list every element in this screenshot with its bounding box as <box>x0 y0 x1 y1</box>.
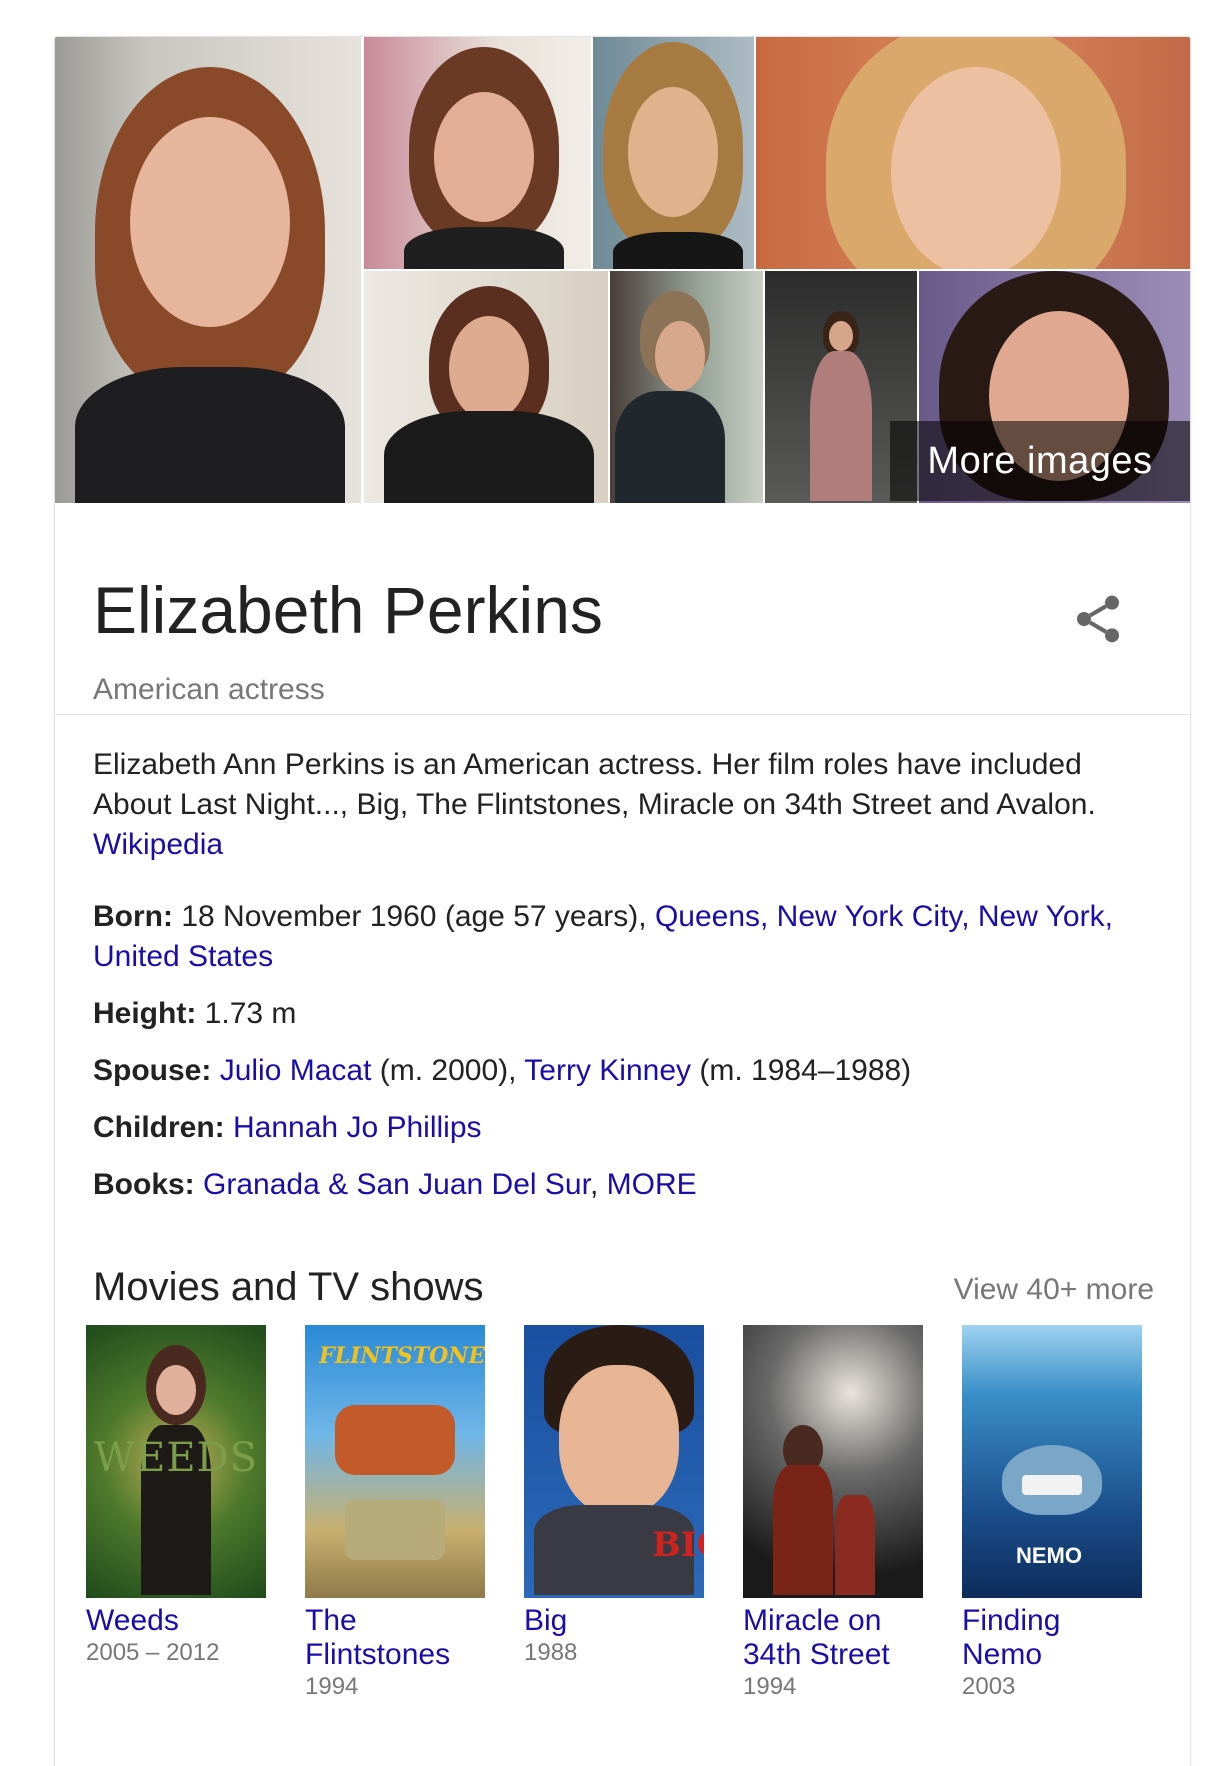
knowledge-panel: More images Elizabeth Perkins American a… <box>54 36 1191 1766</box>
view-more-link[interactable]: View 40+ more <box>954 1273 1154 1307</box>
fact-label: Height: <box>93 997 197 1030</box>
photo-4[interactable] <box>756 37 1190 269</box>
movie-title[interactable]: Big <box>524 1604 704 1638</box>
fact-label: Books: <box>93 1168 195 1201</box>
description-text: Elizabeth Ann Perkins is an American act… <box>93 748 1096 821</box>
photo-2[interactable] <box>364 37 591 269</box>
fact-books: Books: Granada & San Juan Del Sur, MORE <box>93 1165 1153 1205</box>
book-link[interactable]: Granada & San Juan Del Sur <box>203 1168 590 1201</box>
movie-title[interactable]: The Flintstones <box>305 1604 485 1672</box>
movie-poster[interactable]: FLINTSTONES <box>305 1325 485 1598</box>
spouse-link-2[interactable]: Terry Kinney <box>524 1054 691 1087</box>
movie-year: 2003 <box>962 1673 1016 1700</box>
share-icon[interactable] <box>1070 589 1126 649</box>
fact-label: Spouse: <box>93 1054 212 1087</box>
movie-poster[interactable]: WEEDS <box>86 1325 266 1598</box>
photo-5[interactable] <box>364 271 608 503</box>
movies-section-title: Movies and TV shows <box>93 1265 484 1309</box>
entity-description: Elizabeth Ann Perkins is an American act… <box>93 745 1153 865</box>
books-more-link[interactable]: MORE <box>607 1168 697 1201</box>
movie-poster[interactable]: NEMO <box>962 1325 1142 1598</box>
movie-card[interactable]: BIG Big 1988 <box>524 1325 704 1668</box>
fact-spouse: Spouse: Julio Macat (m. 2000), Terry Kin… <box>93 1051 1153 1091</box>
photo-6[interactable] <box>610 271 763 503</box>
movie-title[interactable]: Weeds <box>86 1604 266 1638</box>
movie-year: 2005 – 2012 <box>86 1639 220 1666</box>
photo-3[interactable] <box>593 37 754 269</box>
movie-year: 1994 <box>305 1673 359 1700</box>
facts-list: Born: 18 November 1960 (age 57 years), Q… <box>93 897 1153 1222</box>
fact-height: Height: 1.73 m <box>93 994 1153 1034</box>
fact-value: (m. 2000), <box>379 1054 517 1087</box>
poster-text: BIG <box>652 1525 704 1565</box>
poster-text: NEMO <box>1016 1543 1082 1568</box>
movie-card[interactable]: WEEDS Weeds 2005 – 2012 <box>86 1325 266 1668</box>
movie-card[interactable]: NEMO Finding Nemo 2003 <box>962 1325 1142 1702</box>
movie-card[interactable]: Miracle on 34th Street 1994 <box>743 1325 923 1702</box>
separator: , <box>589 1168 599 1201</box>
poster-text: WEEDS <box>94 1435 258 1481</box>
more-images-button[interactable]: More images <box>890 421 1190 501</box>
fact-children: Children: Hannah Jo Phillips <box>93 1108 1153 1148</box>
movie-poster[interactable] <box>743 1325 923 1598</box>
children-link[interactable]: Hannah Jo Phillips <box>233 1111 481 1144</box>
movie-title[interactable]: Miracle on 34th Street <box>743 1604 923 1672</box>
poster-text: FLINTSTONES <box>319 1343 485 1369</box>
movie-year: 1994 <box>743 1673 797 1700</box>
movie-card[interactable]: FLINTSTONES The Flintstones 1994 <box>305 1325 485 1702</box>
fact-born: Born: 18 November 1960 (age 57 years), Q… <box>93 897 1153 977</box>
movie-title[interactable]: Finding Nemo <box>962 1604 1142 1672</box>
entity-title: Elizabeth Perkins <box>93 573 603 647</box>
entity-subtitle: American actress <box>93 673 325 706</box>
fact-value: (m. 1984–1988) <box>699 1054 912 1087</box>
entity-header: Elizabeth Perkins American actress <box>55 503 1190 715</box>
wikipedia-link[interactable]: Wikipedia <box>93 828 223 861</box>
fact-value: 18 November 1960 (age 57 years), <box>181 900 647 933</box>
movie-poster[interactable]: BIG <box>524 1325 704 1598</box>
movie-year: 1988 <box>524 1639 578 1666</box>
fact-value: 1.73 m <box>204 997 297 1030</box>
fact-label: Children: <box>93 1111 225 1144</box>
spouse-link-1[interactable]: Julio Macat <box>220 1054 372 1087</box>
image-gallery: More images <box>55 37 1190 503</box>
photo-main[interactable] <box>55 37 361 503</box>
fact-label: Born: <box>93 900 173 933</box>
